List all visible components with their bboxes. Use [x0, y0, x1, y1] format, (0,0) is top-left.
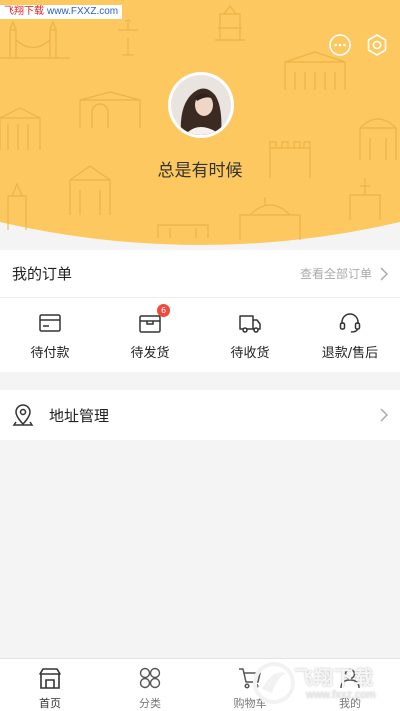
card-icon [37, 310, 63, 336]
address-management-row[interactable]: 地址管理 [0, 390, 400, 440]
cart-icon [239, 668, 261, 689]
order-refund-aftersale[interactable]: 退款/售后 [300, 310, 400, 361]
settings-icon[interactable] [364, 32, 390, 58]
shop-icon [39, 668, 61, 689]
view-all-orders-link[interactable]: 查看全部订单 [300, 265, 388, 282]
watermark-top-name: 飞翔下载 [4, 6, 44, 17]
username: 总是有时候 [157, 161, 243, 181]
user-icon [340, 668, 360, 689]
tab-cart-label: 购物车 [233, 697, 267, 710]
tab-home[interactable]: 首页 [0, 659, 100, 711]
tab-mine-label: 我的 [339, 697, 361, 710]
chevron-right-icon [380, 266, 388, 281]
address-management-label: 地址管理 [49, 406, 110, 425]
box-icon: 6 [137, 304, 170, 336]
tab-category-label: 分类 [139, 697, 161, 710]
profile-header: 飞翔下载 www.FXXZ.com 总是有时候 [0, 0, 400, 250]
watermark-top-url: www.FXXZ.com [47, 6, 119, 17]
avatar[interactable] [168, 72, 234, 138]
truck-icon [237, 310, 263, 336]
order-pending-shipment[interactable]: 6 待发货 [100, 304, 200, 361]
orders-card: 我的订单 查看全部订单 待付款 6 待发货 待收货 退款/售后 [0, 250, 400, 372]
tab-category[interactable]: 分类 [100, 659, 200, 711]
chevron-right-icon [380, 408, 388, 422]
orders-title: 我的订单 [12, 265, 73, 283]
view-all-orders-label: 查看全部订单 [299, 267, 372, 281]
order-pending-payment-label: 待付款 [30, 346, 70, 361]
order-pending-payment[interactable]: 待付款 [0, 310, 100, 361]
order-refund-aftersale-label: 退款/售后 [321, 346, 379, 361]
message-icon[interactable] [327, 32, 353, 58]
shipment-count-badge: 6 [157, 304, 170, 317]
location-pin-icon [12, 404, 34, 426]
bottom-tab-bar: 首页 分类 购物车 我的 [0, 658, 400, 711]
tab-home-label: 首页 [39, 697, 61, 710]
order-pending-receipt-label: 待收货 [230, 346, 270, 361]
tab-cart[interactable]: 购物车 [200, 659, 300, 711]
order-status-list: 待付款 6 待发货 待收货 退款/售后 [0, 298, 400, 361]
order-pending-receipt[interactable]: 待收货 [200, 310, 300, 361]
tab-mine[interactable]: 我的 [300, 659, 400, 711]
watermark-top: 飞翔下载 www.FXXZ.com [0, 5, 123, 19]
orders-header: 我的订单 查看全部订单 [0, 250, 400, 298]
order-pending-shipment-label: 待发货 [130, 346, 170, 361]
category-icon [139, 667, 161, 689]
headset-icon [337, 310, 363, 336]
